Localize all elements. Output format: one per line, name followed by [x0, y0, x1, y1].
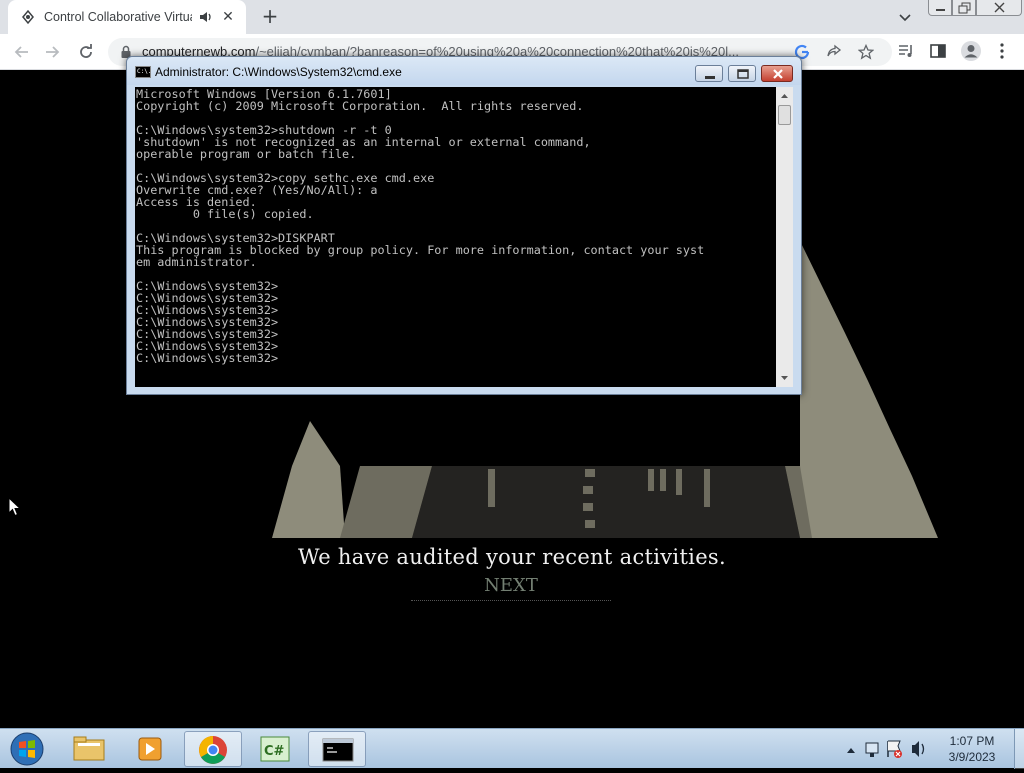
chevron-down-icon[interactable] — [896, 8, 914, 26]
share-icon[interactable] — [826, 44, 842, 60]
cmd-title-bar[interactable]: C:\. Administrator: C:\Windows\System32\… — [127, 57, 801, 85]
lane-mark — [583, 486, 593, 494]
console-output[interactable]: Microsoft Windows [Version 6.1.7601] Copy… — [135, 87, 776, 387]
road-surface — [412, 466, 800, 538]
show-hidden-icons-icon[interactable] — [847, 748, 855, 753]
tab-title: Control Collaborative Virtual — [44, 10, 192, 24]
action-center-icon[interactable] — [887, 740, 902, 758]
mouse-cursor-icon — [8, 497, 22, 517]
console-line: em administrator. — [136, 255, 257, 269]
cmd-window-title: Administrator: C:\Windows\System32\cmd.e… — [155, 65, 402, 79]
console-lines: Microsoft Windows [Version 6.1.7601] Copy… — [136, 88, 704, 364]
window-close-button[interactable] — [976, 0, 1022, 16]
csharp-file-icon: C# — [260, 736, 290, 762]
scrollbar-thumb[interactable] — [778, 105, 791, 125]
taskbar: C# 1:07 PM 3/9/2023 — [0, 728, 1024, 769]
scroll-up-icon[interactable] — [776, 89, 793, 103]
cmd-close-button[interactable] — [761, 65, 793, 82]
console-line: C:\Windows\system32> — [136, 351, 279, 365]
back-arrow-icon[interactable] — [12, 42, 32, 62]
scroll-down-icon[interactable] — [776, 371, 793, 385]
taskbar-chrome-button[interactable] — [184, 731, 242, 767]
console-line: Copyright (c) 2009 Microsoft Corporation… — [136, 99, 584, 113]
taskbar-csharp-button[interactable]: C# — [246, 731, 304, 767]
road-post — [704, 469, 710, 507]
system-tray — [842, 729, 930, 769]
maximize-button[interactable] — [952, 0, 976, 16]
next-button[interactable]: NEXT — [411, 575, 611, 601]
svg-text:C#: C# — [264, 744, 285, 759]
new-tab-button[interactable]: + — [258, 5, 282, 29]
taskbar-media-player-button[interactable] — [122, 731, 180, 767]
clock-time: 1:07 PM — [949, 734, 995, 748]
road-post — [488, 469, 495, 507]
system-clock[interactable]: 1:07 PM 3/9/2023 — [930, 733, 1014, 765]
restore-icon — [958, 2, 971, 14]
folder-icon — [73, 736, 105, 761]
side-panel-icon[interactable] — [929, 42, 947, 60]
console-scrollbar[interactable] — [776, 87, 793, 387]
minimize-button[interactable] — [928, 0, 952, 16]
cmd-minimize-button[interactable] — [695, 65, 723, 82]
road-post — [660, 469, 666, 491]
profile-avatar-icon[interactable] — [960, 40, 982, 62]
cmd-window[interactable]: C:\. Administrator: C:\Windows\System32\… — [126, 56, 802, 395]
more-menu-icon[interactable] — [996, 42, 1008, 60]
taskbar-explorer-button[interactable] — [60, 731, 118, 767]
lane-mark — [583, 503, 593, 511]
taskbar-cmd-button[interactable] — [308, 731, 366, 767]
speaker-icon[interactable] — [198, 9, 214, 25]
lane-mark — [585, 520, 595, 528]
star-icon[interactable] — [858, 44, 874, 60]
tray-icons — [847, 740, 925, 758]
minimize-icon — [936, 9, 945, 11]
show-desktop-button[interactable] — [1014, 729, 1024, 769]
browser-tab[interactable]: Control Collaborative Virtual ✕ — [8, 0, 246, 34]
site-favicon-icon — [22, 9, 34, 25]
close-icon — [773, 69, 783, 79]
audit-headline: We have audited your recent activities. — [298, 545, 726, 569]
close-tab-icon[interactable]: ✕ — [220, 9, 236, 25]
media-player-icon — [138, 737, 162, 761]
road-right-wall — [800, 241, 938, 538]
console-line: 0 file(s) copied. — [136, 207, 314, 221]
minimize-icon — [705, 76, 715, 79]
network-icon[interactable] — [865, 742, 879, 757]
clock-date: 3/9/2023 — [948, 750, 996, 764]
windows-start-icon[interactable] — [8, 731, 46, 767]
reload-icon[interactable] — [76, 42, 96, 62]
forward-arrow-icon[interactable] — [42, 42, 62, 62]
lane-mark — [585, 469, 595, 477]
media-control-icon[interactable] — [897, 42, 915, 60]
chrome-icon — [199, 736, 227, 764]
console-line: operable program or batch file. — [136, 147, 357, 161]
road-post — [648, 469, 654, 491]
cmd-app-icon: C:\. — [135, 66, 151, 78]
maximize-icon — [737, 69, 749, 79]
tab-strip: Control Collaborative Virtual ✕ + — [0, 0, 1024, 34]
close-icon — [994, 2, 1005, 13]
volume-icon[interactable] — [912, 741, 925, 757]
command-prompt-icon — [322, 738, 354, 762]
cmd-maximize-button[interactable] — [728, 65, 756, 82]
road-left-wall — [272, 421, 345, 538]
road-post — [676, 469, 682, 495]
